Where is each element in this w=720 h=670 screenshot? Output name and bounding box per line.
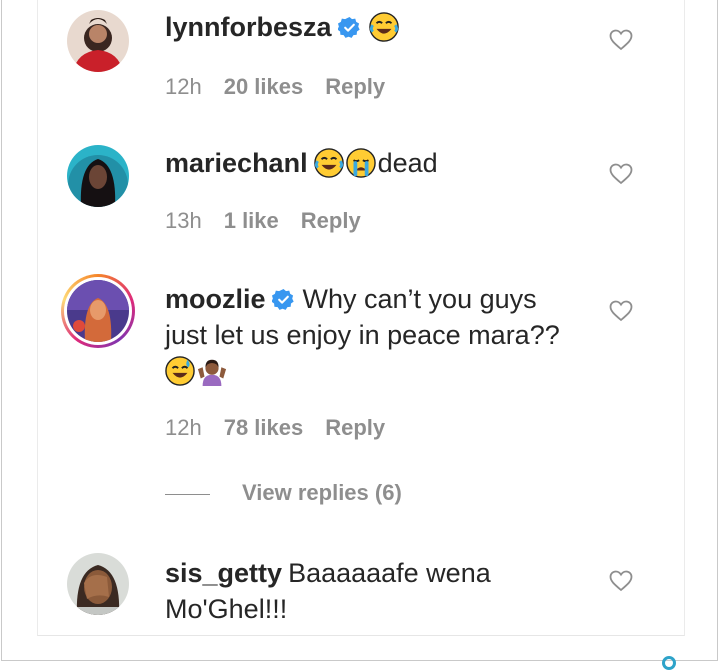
- avatar[interactable]: [67, 145, 129, 207]
- person-shrugging-emoji: [197, 359, 227, 386]
- comment-meta: 12h 20 likes Reply: [165, 74, 407, 100]
- username[interactable]: sis_getty: [165, 558, 282, 588]
- replies-divider-line: [165, 493, 210, 495]
- comment-text: lynnforbesza: [165, 9, 595, 45]
- verified-badge-icon: [337, 16, 360, 38]
- comment-body-line-1: Baaaaaafe wena: [288, 558, 491, 588]
- timestamp[interactable]: 13h: [165, 208, 202, 233]
- verified-badge-icon: [271, 288, 294, 310]
- comment-meta: 13h 1 like Reply: [165, 208, 383, 234]
- timestamp[interactable]: 12h: [165, 415, 202, 440]
- view-replies-label: View replies (6): [242, 480, 402, 505]
- view-replies-button[interactable]: View replies (6): [165, 480, 402, 506]
- username[interactable]: mariechanl: [165, 148, 308, 178]
- joy-emoji: [368, 12, 399, 42]
- joy-emoji: [313, 148, 344, 178]
- heart-outline-icon[interactable]: [609, 300, 633, 322]
- avatar[interactable]: [67, 10, 129, 72]
- comment-body-line-1: Why can’t you guys: [302, 284, 537, 314]
- comments-panel: lynnforbesza 12h 20 likes Reply mariechanl…: [37, 0, 685, 636]
- sob-emoji: [345, 148, 376, 178]
- comment-body-line-2: Mo'Ghel!!!: [165, 594, 288, 624]
- story-ring[interactable]: [61, 274, 135, 348]
- comment-text: moozlie Why can’t you guys just let us enj…: [165, 281, 595, 389]
- reply-button[interactable]: Reply: [301, 208, 361, 233]
- like-count[interactable]: 20 likes: [224, 74, 304, 99]
- username[interactable]: lynnforbesza: [165, 12, 332, 42]
- comment-text: sis_getty Baaaaaafe wena Mo'Ghel!!!: [165, 555, 595, 627]
- comment-body-line-2: just let us enjoy in peace mara??: [165, 320, 560, 350]
- sweat-smile-emoji: [165, 356, 195, 386]
- heart-outline-icon[interactable]: [609, 163, 633, 185]
- comment-body: dead: [377, 148, 438, 178]
- reply-button[interactable]: Reply: [325, 74, 385, 99]
- timestamp[interactable]: 12h: [165, 74, 202, 99]
- corner-indicator-icon: [662, 656, 676, 670]
- reply-button[interactable]: Reply: [325, 415, 385, 440]
- avatar[interactable]: [67, 553, 129, 615]
- avatar[interactable]: [67, 280, 129, 342]
- like-count[interactable]: 1 like: [224, 208, 279, 233]
- comment-text: mariechanl dead: [165, 145, 595, 181]
- like-count[interactable]: 78 likes: [224, 415, 304, 440]
- comment-meta: 12h 78 likes Reply: [165, 415, 407, 441]
- heart-outline-icon[interactable]: [609, 570, 633, 592]
- heart-outline-icon[interactable]: [609, 29, 633, 51]
- username[interactable]: moozlie: [165, 284, 266, 314]
